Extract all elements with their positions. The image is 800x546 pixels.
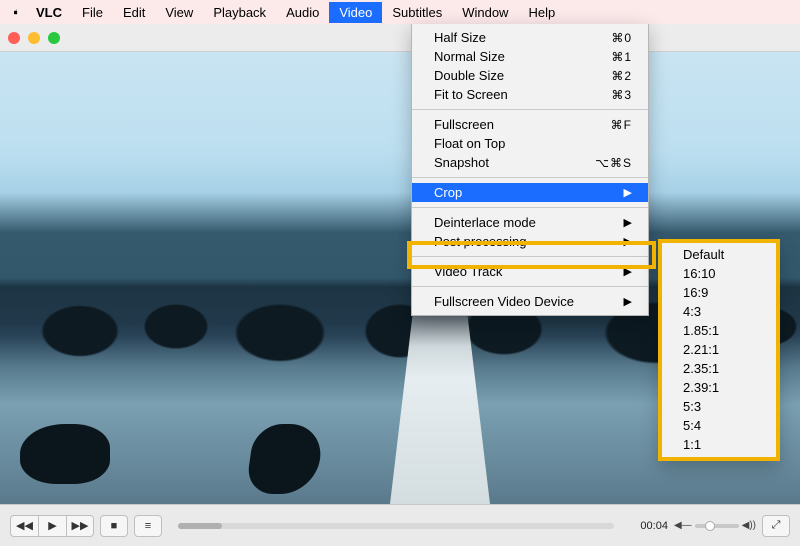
submenu-arrow-icon: ▶ [624,235,632,248]
menu-item-label: Crop [434,185,618,200]
menu-item-label: Fullscreen Video Device [434,294,618,309]
menu-item-video-track[interactable]: Video Track ▶ [412,262,648,281]
volume-high-icon[interactable]: ◀)) [742,520,756,531]
menu-item-label: Snapshot [434,155,595,170]
menu-edit[interactable]: Edit [113,2,155,23]
volume-slider[interactable] [695,524,739,528]
menu-item-shortcut: ⌘2 [611,69,632,83]
zoom-window-button[interactable] [48,32,60,44]
menu-item-shortcut: ⌘0 [611,31,632,45]
menu-separator [412,207,648,208]
menubar: VLC File Edit View Playback Audio Video … [0,0,800,24]
menu-item-label: Float on Top [434,136,632,151]
menu-separator [412,177,648,178]
volume-thumb[interactable] [705,521,715,531]
menu-audio[interactable]: Audio [276,2,329,23]
crop-option-16-10[interactable]: 16:10 [661,265,777,284]
minimize-window-button[interactable] [28,32,40,44]
menu-item-snapshot[interactable]: Snapshot ⌥⌘S [412,153,648,172]
menu-item-post-processing[interactable]: Post processing ▶ [412,232,648,251]
menu-file[interactable]: File [72,2,113,23]
menu-item-float-on-top[interactable]: Float on Top [412,134,648,153]
volume-low-icon[interactable]: ◀— [674,520,692,531]
menu-playback[interactable]: Playback [203,2,276,23]
crop-submenu: Default 16:10 16:9 4:3 1.85:1 2.21:1 2.3… [660,241,778,460]
menu-subtitles[interactable]: Subtitles [382,2,452,23]
window-titlebar [0,24,800,52]
submenu-arrow-icon: ▶ [624,216,632,229]
menu-item-fit-to-screen[interactable]: Fit to Screen ⌘3 [412,85,648,104]
progress-fill [178,523,222,529]
crop-option-1-1[interactable]: 1:1 [661,436,777,455]
menu-item-label: Video Track [434,264,618,279]
menu-item-label: Post processing [434,234,618,249]
menu-item-shortcut: ⌘3 [611,88,632,102]
time-elapsed: 00:04 [630,520,668,532]
play-button[interactable]: ▶ [38,515,66,537]
stop-button[interactable]: ■ [100,515,128,537]
menu-item-half-size[interactable]: Half Size ⌘0 [412,28,648,47]
crop-option-4-3[interactable]: 4:3 [661,303,777,322]
menu-item-label: Deinterlace mode [434,215,618,230]
menu-item-shortcut: ⌘1 [611,50,632,64]
crop-option-default[interactable]: Default [661,246,777,265]
crop-option-239-1[interactable]: 2.39:1 [661,379,777,398]
menu-item-fullscreen[interactable]: Fullscreen ⌘F [412,115,648,134]
menu-item-label: Double Size [434,68,611,83]
fullscreen-button[interactable]: ⤢ [762,515,790,537]
playback-controls: ◀◀ ▶ ▶▶ ■ ≡ 00:04 ◀— ◀)) ⤢ [0,504,800,546]
progress-slider[interactable] [178,523,614,529]
video-content [245,424,325,494]
menu-window[interactable]: Window [452,2,518,23]
skip-forward-button[interactable]: ▶▶ [66,515,94,537]
menu-item-label: Half Size [434,30,611,45]
menu-separator [412,109,648,110]
playlist-button[interactable]: ≡ [134,515,162,537]
menu-item-fullscreen-video-device[interactable]: Fullscreen Video Device ▶ [412,292,648,311]
crop-option-5-3[interactable]: 5:3 [661,398,777,417]
crop-option-235-1[interactable]: 2.35:1 [661,360,777,379]
crop-option-16-9[interactable]: 16:9 [661,284,777,303]
menu-video[interactable]: Video [329,2,382,23]
menu-item-normal-size[interactable]: Normal Size ⌘1 [412,47,648,66]
menu-item-shortcut: ⌘F [611,118,632,132]
menu-item-crop[interactable]: Crop ▶ [412,183,648,202]
close-window-button[interactable] [8,32,20,44]
crop-option-5-4[interactable]: 5:4 [661,417,777,436]
menu-item-label: Normal Size [434,49,611,64]
menubar-app[interactable]: VLC [26,2,72,23]
submenu-arrow-icon: ▶ [624,295,632,308]
video-dropdown-menu: Half Size ⌘0 Normal Size ⌘1 Double Size … [411,24,649,316]
menu-separator [412,256,648,257]
menu-view[interactable]: View [155,2,203,23]
menu-item-shortcut: ⌥⌘S [595,156,632,170]
apple-icon[interactable] [8,5,26,19]
volume-controls: ◀— ◀)) [674,520,756,531]
menu-item-label: Fit to Screen [434,87,611,102]
skip-back-button[interactable]: ◀◀ [10,515,38,537]
menu-item-double-size[interactable]: Double Size ⌘2 [412,66,648,85]
menu-help[interactable]: Help [518,2,565,23]
crop-option-221-1[interactable]: 2.21:1 [661,341,777,360]
crop-option-185-1[interactable]: 1.85:1 [661,322,777,341]
menu-item-label: Fullscreen [434,117,611,132]
menu-separator [412,286,648,287]
transport-buttons: ◀◀ ▶ ▶▶ [10,515,94,537]
submenu-arrow-icon: ▶ [624,186,632,199]
video-content [20,424,110,484]
menu-item-deinterlace-mode[interactable]: Deinterlace mode ▶ [412,213,648,232]
submenu-arrow-icon: ▶ [624,265,632,278]
